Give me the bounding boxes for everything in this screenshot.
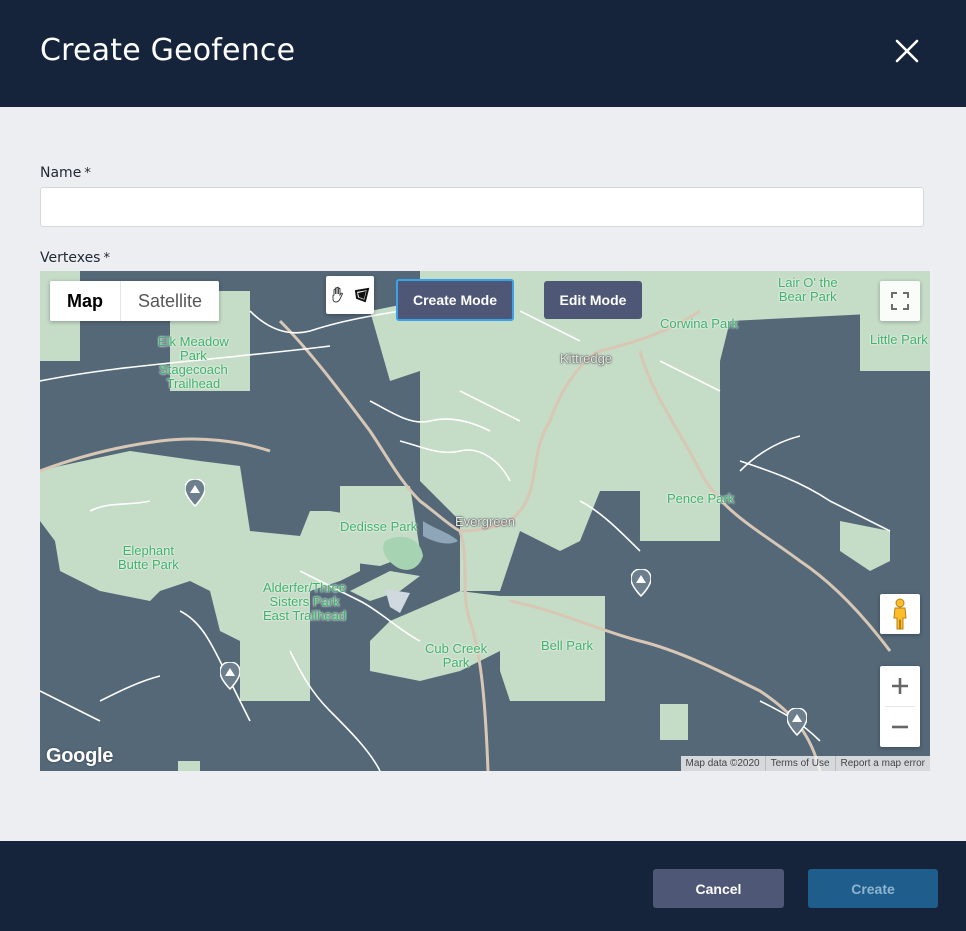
place-label-kittredge: Kittredge (560, 351, 613, 366)
fullscreen-button[interactable] (880, 281, 920, 321)
place-label-alderfer: Alderfer/Three Sisters Park East Trailhead (263, 580, 347, 623)
dialog-title: Create Geofence (40, 33, 296, 68)
map-type-map-button[interactable]: Map (50, 281, 120, 321)
drawing-toolbar (326, 276, 374, 314)
park-pin-icon[interactable] (185, 479, 205, 507)
dialog-footer: Cancel Create (0, 841, 966, 931)
place-label-elephant-butte: Elephant Butte Park (118, 543, 179, 572)
name-input[interactable] (40, 187, 924, 227)
edit-mode-button[interactable]: Edit Mode (544, 281, 642, 319)
report-map-error-link[interactable]: Report a map error (834, 756, 930, 771)
google-logo: Google (46, 745, 114, 767)
place-label-bell-park: Bell Park (541, 638, 594, 653)
required-marker: * (84, 166, 91, 181)
map-type-control: Map Satellite (50, 281, 220, 321)
map-type-satellite-button[interactable]: Satellite (120, 281, 220, 321)
place-label-cub-creek: Cub Creek Park (425, 641, 488, 670)
map-canvas[interactable]: Elk Meadow Park Stagecoach Trailhead Lair O… (40, 271, 930, 771)
create-button[interactable]: Create (808, 869, 938, 908)
park-pin-icon[interactable] (220, 662, 240, 690)
place-label-lair: Lair O' the Bear Park (778, 275, 838, 304)
draw-polygon-tool-button[interactable] (350, 276, 374, 314)
pan-tool-button[interactable] (326, 276, 350, 314)
zoom-in-button[interactable] (880, 666, 920, 706)
required-marker: * (103, 251, 110, 266)
street-view-pegman-button[interactable] (880, 594, 920, 634)
create-mode-button[interactable]: Create Mode (396, 279, 514, 321)
map-data-attribution: Map data ©2020 (685, 758, 760, 769)
polygon-icon (354, 287, 370, 303)
minus-icon (892, 725, 908, 729)
park-pin-icon[interactable] (787, 708, 807, 736)
name-label-text: Name (40, 165, 82, 181)
place-label-corwina: Corwina Park (660, 316, 739, 331)
vertexes-label: Vertexes * (40, 250, 110, 266)
park-pin-icon[interactable] (631, 569, 651, 597)
place-label-dedisse: Dedisse Park (340, 519, 418, 534)
fullscreen-icon (891, 292, 909, 310)
name-label: Name * (40, 165, 91, 181)
dialog-header: Create Geofence (0, 0, 966, 107)
zoom-control (880, 666, 920, 747)
terms-of-use-link[interactable]: Terms of Use (764, 756, 835, 771)
map-attribution: Map data ©2020 Terms of Use Report a map… (680, 756, 930, 771)
place-label-evergreen: Evergreen (455, 514, 515, 529)
place-label-pence: Pence Park (667, 491, 735, 506)
place-label-little-park: Little Park (870, 332, 928, 347)
vertexes-label-text: Vertexes (40, 250, 101, 266)
hand-icon (332, 286, 343, 303)
plus-icon (892, 678, 908, 694)
close-icon (895, 39, 919, 63)
close-button[interactable] (890, 34, 924, 68)
zoom-out-button[interactable] (880, 707, 920, 747)
cancel-button[interactable]: Cancel (653, 869, 784, 908)
place-label-elk-meadow: Elk Meadow Park Stagecoach Trailhead (158, 334, 229, 391)
pegman-icon (893, 598, 907, 630)
